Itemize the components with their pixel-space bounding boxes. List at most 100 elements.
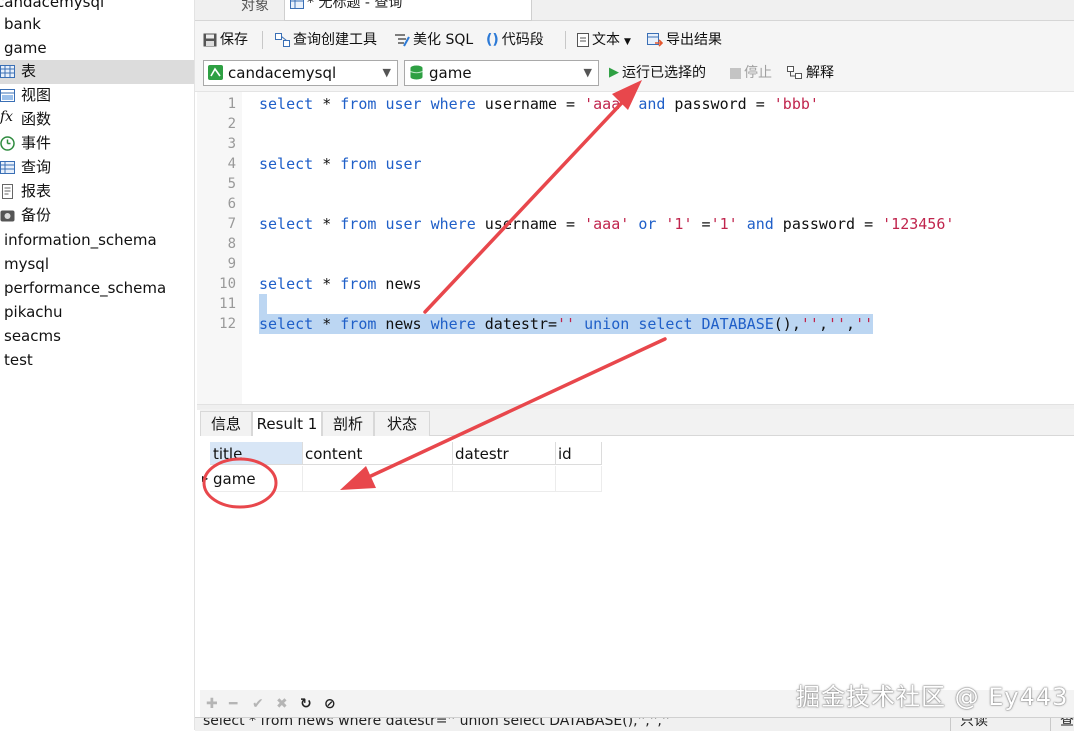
tree-node-views[interactable]: 视图 [0, 84, 194, 108]
tab-info-label: 信息 [210, 415, 241, 433]
view-icon [0, 89, 15, 102]
stop-label: 停止 [744, 65, 772, 81]
table-cell[interactable] [302, 466, 453, 492]
sql-editor[interactable]: 1 2 3 4 5 6 7 8 9 10 11 12 select * from… [197, 92, 1074, 404]
database-select[interactable]: game ▼ [404, 60, 599, 86]
text-mode-button[interactable]: 文本 ▼ [577, 29, 631, 51]
table-icon [290, 0, 304, 9]
query-builder-label: 查询创建工具 [293, 32, 377, 48]
line-number-gutter: 1 2 3 4 5 6 7 8 9 10 11 12 [197, 92, 242, 404]
tree-label: game [4, 39, 47, 57]
tree-node-queries[interactable]: 查询 [0, 156, 194, 180]
status-readonly: 只读 [960, 717, 988, 729]
tree-node-backups[interactable]: 备份 [0, 204, 194, 228]
column-header-title[interactable]: title [210, 442, 303, 465]
tree-label: 函数 [21, 110, 52, 128]
tree-node-functions[interactable]: fx 函数 [0, 108, 194, 132]
apply-check-icon[interactable]: ✔ [252, 696, 264, 712]
tab-objects[interactable]: 对象 [225, 0, 285, 20]
code-line: select * from user where username = 'aaa… [259, 95, 819, 113]
tree-db-test[interactable]: test [0, 349, 194, 373]
object-tree: candacemysql bank game 表 视图 fx 函数 事件 查询 … [0, 0, 195, 730]
tree-node-events[interactable]: 事件 [0, 132, 194, 156]
tree-label: performance_schema [4, 279, 167, 297]
tab-untitled-query[interactable]: * 无标题 - 查询 [284, 0, 532, 21]
text-mode-label: 文本 [592, 32, 620, 48]
beautify-sql-button[interactable]: 美化 SQL [395, 29, 473, 51]
explain-button[interactable]: 解释 [787, 62, 834, 84]
save-label: 保存 [220, 32, 248, 48]
stop-button[interactable]: 停止 [730, 62, 772, 84]
line-number: 2 [227, 116, 236, 132]
column-header-id[interactable]: id [555, 442, 602, 465]
tab-info[interactable]: 信息 [200, 411, 252, 436]
tree-label: mysql [4, 255, 49, 273]
tree-label: 报表 [21, 182, 52, 200]
tree-db-seacms[interactable]: seacms [0, 325, 194, 349]
save-button[interactable]: 保存 [203, 29, 248, 51]
tree-label: test [4, 351, 33, 369]
tab-bar: 对象 * 无标题 - 查询 [195, 0, 1074, 21]
tree-label: 查询 [21, 158, 52, 176]
tree-node-reports[interactable]: 报表 [0, 180, 194, 204]
tree-db-mysql[interactable]: mysql [0, 253, 194, 277]
line-number: 4 [227, 156, 236, 172]
run-selected-button[interactable]: ▶ 运行已选择的 [609, 62, 706, 84]
tree-node-tables[interactable]: 表 [0, 60, 194, 84]
tree-label: bank [4, 15, 41, 33]
export-label: 导出结果 [666, 32, 722, 48]
beautify-icon [395, 34, 410, 47]
delete-row-icon[interactable]: ━ [229, 696, 237, 712]
line-number: 8 [227, 236, 236, 252]
table-cell[interactable] [452, 466, 556, 492]
column-header-datestr[interactable]: datestr [452, 442, 556, 465]
tree-label: 视图 [21, 86, 52, 104]
query-toolbar: 保存 查询创建工具 美化 SQL () 代码段 文本 ▼ 导出结果 [195, 21, 1074, 57]
text-document-icon [577, 33, 589, 47]
tree-label: pikachu [4, 303, 63, 321]
column-header-content[interactable]: content [302, 442, 453, 465]
chevron-down-icon: ▼ [382, 66, 391, 79]
discard-x-icon[interactable]: ✖ [276, 696, 288, 712]
status-divider [950, 718, 951, 731]
tree-label: 事件 [21, 134, 52, 152]
export-results-button[interactable]: 导出结果 [647, 29, 722, 51]
refresh-icon[interactable]: ↻ [300, 696, 312, 712]
connection-select[interactable]: candacemysql ▼ [203, 60, 398, 86]
tree-db-information-schema[interactable]: information_schema [0, 229, 194, 253]
table-cell[interactable]: game [210, 466, 303, 492]
cell-value: game [213, 470, 256, 488]
tree-db-bank[interactable]: bank [0, 13, 194, 37]
toolbar-separator [565, 31, 566, 49]
function-icon: fx [0, 109, 14, 125]
run-bar: candacemysql ▼ game ▼ ▶ 运行已选择的 停止 解释 [195, 57, 1074, 92]
query-builder-button[interactable]: 查询创建工具 [275, 29, 377, 51]
line-number: 3 [227, 136, 236, 152]
line-number: 1 [227, 96, 236, 112]
report-icon [2, 184, 13, 199]
tree-label: candacemysql [0, 0, 105, 11]
tab-profile-label: 剖析 [332, 415, 363, 433]
code-snippet-icon: () [486, 32, 499, 48]
add-row-icon[interactable]: ✚ [206, 696, 218, 712]
line-number: 10 [219, 276, 236, 292]
tab-profile[interactable]: 剖析 [322, 411, 374, 436]
stop-circle-icon[interactable]: ⊘ [324, 696, 336, 712]
line-number: 9 [227, 256, 236, 272]
database-value: game [429, 64, 472, 82]
tree-db-game[interactable]: game [0, 37, 194, 61]
code-line: select * from user [259, 155, 422, 173]
code-line: select * from news where datestr='' unio… [259, 314, 874, 334]
tab-result-label: Result 1 [256, 415, 318, 433]
tab-status[interactable]: 状态 [374, 411, 430, 436]
tab-result-1[interactable]: Result 1 [252, 411, 322, 436]
column-header-label: id [558, 445, 572, 463]
tree-db-pikachu[interactable]: pikachu [0, 301, 194, 325]
connection-value: candacemysql [228, 64, 337, 82]
tree-db-performance-schema[interactable]: performance_schema [0, 277, 194, 301]
tree-label: 表 [21, 62, 37, 80]
line-number: 5 [227, 176, 236, 192]
column-header-label: datestr [455, 445, 509, 463]
code-snippet-button[interactable]: () 代码段 [486, 29, 544, 51]
table-cell[interactable] [555, 466, 602, 492]
